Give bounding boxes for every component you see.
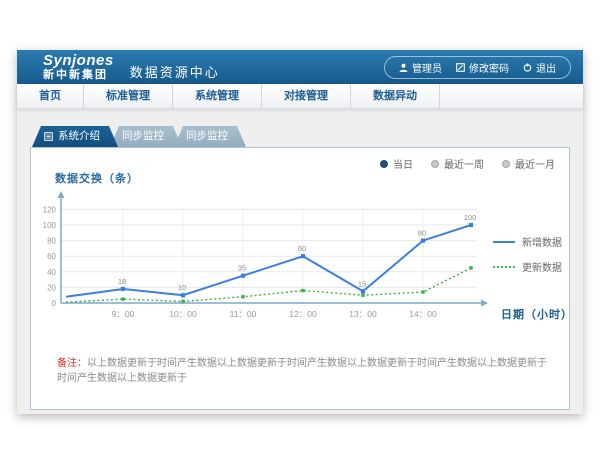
radio-label: 最近一月 [515, 156, 555, 171]
radio-label: 最近一周 [444, 156, 484, 171]
logo-text-en: Synjones [43, 53, 114, 68]
tab-label: 同步监控 [122, 126, 164, 147]
time-range-filter: 当日 最近一周 最近一月 [380, 156, 555, 171]
logo-text-cn: 新中新集团 [43, 70, 114, 81]
chart-panel: 当日 最近一周 最近一月 数据交换（条） 0204060801001209：00… [30, 147, 570, 410]
radio-icon [431, 160, 439, 168]
nav-item-integration-mgmt[interactable]: 对接管理 [262, 84, 351, 108]
legend-line-swatch [493, 241, 515, 243]
svg-text:0: 0 [52, 299, 57, 308]
svg-text:18: 18 [118, 277, 126, 286]
line-chart: 0 20 40 60 80 100 120 9：00 10：00 11：00 12：00 13：00 1… [31, 178, 571, 338]
legend-label: 更新数据 [522, 259, 562, 274]
logout-button[interactable]: 退出 [523, 60, 556, 75]
user-icon [399, 63, 408, 72]
power-icon [523, 63, 532, 72]
svg-text:11：00: 11：00 [230, 309, 257, 319]
svg-text:13：00: 13：00 [349, 309, 377, 319]
legend-item-new-data: 新增数据 [493, 234, 562, 249]
change-password-button[interactable]: 修改密码 [456, 60, 509, 75]
svg-text:14：00: 14：00 [409, 309, 437, 319]
chart-legend: 新增数据 更新数据 [493, 234, 562, 274]
nav-item-data-change[interactable]: 数据异动 [351, 84, 440, 108]
company-logo: Synjones 新中新集团 [43, 53, 114, 81]
user-menu[interactable]: 管理员 [399, 60, 442, 75]
tab-bar: 系统介绍 同步监控 同步监控 [32, 126, 238, 147]
document-icon [44, 132, 53, 141]
tab-sync-monitor-1[interactable]: 同步监控 [110, 126, 182, 147]
svg-text:15: 15 [358, 279, 366, 288]
svg-text:120: 120 [43, 205, 57, 214]
note-text: 以上数据更新于时间产生数据以上数据更新于时间产生数据以上数据更新于时间产生数据以… [57, 358, 547, 384]
radio-icon [380, 160, 388, 168]
radio-label: 当日 [393, 156, 413, 171]
footer-note: 备注：以上数据更新于时间产生数据以上数据更新于时间产生数据以上数据更新于时间产生… [57, 354, 553, 384]
edit-icon [456, 63, 465, 72]
x-axis-title: 日期（小时） [501, 306, 569, 322]
nav-item-standard-mgmt[interactable]: 标准管理 [84, 84, 173, 108]
app-window: Synjones 新中新集团 数据资源中心 管理员 修改密码 退出 首页 标准管… [17, 50, 583, 414]
svg-text:60: 60 [47, 252, 56, 261]
svg-text:80: 80 [47, 237, 56, 246]
legend-label: 新增数据 [522, 234, 562, 249]
svg-text:20: 20 [47, 283, 56, 292]
legend-line-swatch [493, 266, 515, 268]
radio-option-today[interactable]: 当日 [380, 156, 413, 171]
svg-text:35: 35 [238, 264, 246, 273]
user-label: 管理员 [412, 60, 442, 75]
svg-text:100: 100 [464, 213, 477, 222]
change-password-label: 修改密码 [469, 60, 509, 75]
logout-label: 退出 [536, 60, 556, 75]
note-prefix: 备注： [57, 358, 87, 369]
svg-text:10：00: 10：00 [169, 309, 197, 319]
svg-text:10: 10 [178, 283, 186, 292]
tab-system-intro[interactable]: 系统介绍 [32, 126, 118, 147]
svg-text:9：00: 9：00 [112, 309, 135, 319]
nav-item-home[interactable]: 首页 [17, 84, 84, 108]
main-nav: 首页 标准管理 系统管理 对接管理 数据异动 [17, 84, 583, 109]
svg-text:40: 40 [47, 268, 56, 277]
radio-icon [502, 160, 510, 168]
radio-option-last-month[interactable]: 最近一月 [502, 156, 555, 171]
svg-text:80: 80 [418, 229, 426, 238]
tab-label: 系统介绍 [58, 126, 100, 147]
header-user-bar: 管理员 修改密码 退出 [384, 56, 571, 79]
svg-text:12：00: 12：00 [289, 309, 317, 319]
svg-text:100: 100 [43, 221, 57, 230]
app-header: Synjones 新中新集团 数据资源中心 管理员 修改密码 退出 [17, 50, 583, 84]
legend-item-updated-data: 更新数据 [493, 259, 562, 274]
radio-option-last-week[interactable]: 最近一周 [431, 156, 484, 171]
page-title: 数据资源中心 [130, 62, 220, 81]
tab-sync-monitor-2[interactable]: 同步监控 [174, 126, 246, 147]
svg-text:60: 60 [298, 244, 306, 253]
nav-item-system-mgmt[interactable]: 系统管理 [173, 84, 262, 108]
tab-label: 同步监控 [186, 126, 228, 147]
